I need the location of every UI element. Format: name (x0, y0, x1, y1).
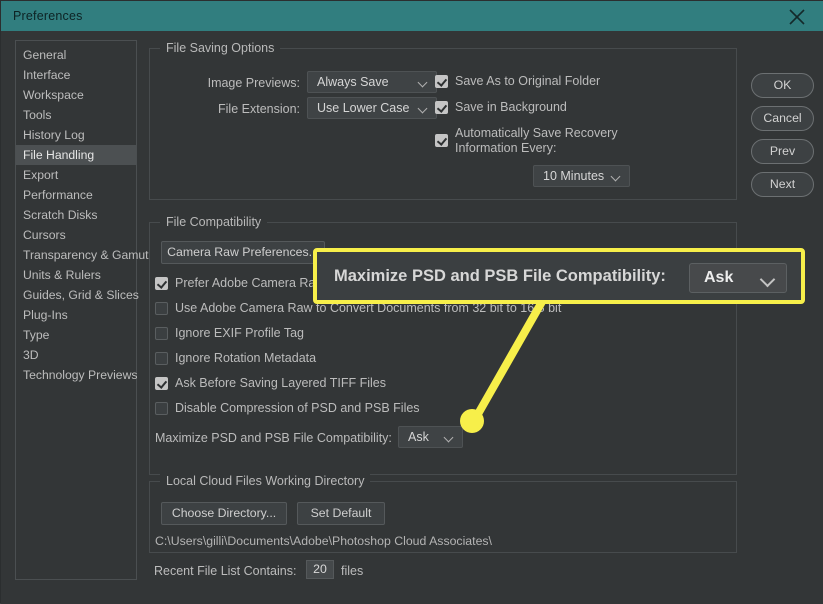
dialog-content: General Interface Workspace Tools Histor… (1, 31, 823, 604)
maximize-compatibility-label: Maximize PSD and PSB File Compatibility: (155, 431, 392, 445)
chevron-down-icon (419, 79, 429, 86)
local-cloud-files-group: Local Cloud Files Working Directory Choo… (149, 474, 737, 553)
sidebar-item-plug-ins[interactable]: Plug-Ins (16, 305, 136, 325)
save-in-background-checkbox[interactable] (435, 101, 448, 114)
sidebar-item-scratch-disks[interactable]: Scratch Disks (16, 205, 136, 225)
chevron-down-icon (612, 173, 622, 180)
prefer-adobe-camera-raw-checkbox[interactable] (155, 277, 168, 290)
sidebar-item-history-log[interactable]: History Log (16, 125, 136, 145)
sidebar-item-label: Scratch Disks (23, 208, 98, 222)
image-previews-dropdown[interactable]: Always Save (307, 71, 437, 93)
sidebar-item-3d[interactable]: 3D (16, 345, 136, 365)
sidebar-item-transparency-gamut[interactable]: Transparency & Gamut (16, 245, 149, 265)
group-title-file-compatibility: File Compatibility (160, 215, 268, 229)
recent-file-list-input[interactable]: 20 (306, 560, 334, 579)
set-default-button[interactable]: Set Default (297, 502, 385, 525)
sidebar-item-guides-grid-slices[interactable]: Guides, Grid & Slices (16, 285, 139, 305)
file-extension-value: Use Lower Case (317, 101, 410, 115)
cancel-button[interactable]: Cancel (751, 106, 814, 131)
sidebar-item-cursors[interactable]: Cursors (16, 225, 136, 245)
save-in-background-label: Save in Background (455, 100, 567, 114)
sidebar-item-file-handling[interactable]: File Handling (16, 145, 136, 165)
sidebar-item-units-rulers[interactable]: Units & Rulers (16, 265, 136, 285)
maximize-compatibility-dropdown[interactable]: Ask (398, 426, 463, 448)
ask-before-saving-layered-tiff-checkbox[interactable] (155, 377, 168, 390)
sidebar-item-label: Type (23, 328, 50, 342)
disable-compression-psd-psb-checkbox[interactable] (155, 402, 168, 415)
sidebar-item-general[interactable]: General (16, 45, 136, 65)
sidebar-item-label: Technology Previews (23, 368, 138, 382)
preferences-dialog: Preferences General Interface Workspace … (0, 0, 823, 604)
sidebar-item-label: Export (23, 168, 59, 182)
prev-button[interactable]: Prev (751, 139, 814, 164)
prefer-adobe-camera-raw-label: Prefer Adobe Camera Raw for Supported Ra… (175, 276, 462, 290)
close-x-icon (789, 9, 805, 25)
auto-save-recovery-label-line1: Automatically Save Recovery (455, 126, 618, 140)
group-title-local-cloud: Local Cloud Files Working Directory (160, 474, 371, 488)
maximize-compatibility-value: Ask (408, 430, 429, 444)
sidebar-item-label: General (23, 48, 67, 62)
sidebar-item-tools[interactable]: Tools (16, 105, 136, 125)
use-adobe-camera-raw-convert-checkbox[interactable] (155, 302, 168, 315)
ignore-exif-profile-tag-label: Ignore EXIF Profile Tag (175, 326, 305, 340)
title-bar: Preferences (1, 1, 823, 31)
file-extension-label: File Extension: (218, 102, 300, 116)
camera-raw-preferences-button[interactable]: Camera Raw Preferences... (161, 241, 325, 264)
save-as-to-original-folder-label: Save As to Original Folder (455, 74, 601, 88)
sidebar-item-interface[interactable]: Interface (16, 65, 136, 85)
window-title: Preferences (13, 9, 83, 23)
ignore-rotation-metadata-checkbox[interactable] (155, 352, 168, 365)
sidebar-item-label: Interface (23, 68, 71, 82)
recent-file-list-suffix: files (341, 564, 364, 578)
sidebar-item-label: History Log (23, 128, 85, 142)
image-previews-label: Image Previews: (207, 76, 300, 90)
use-adobe-camera-raw-convert-label: Use Adobe Camera Raw to Convert Document… (175, 301, 562, 315)
sidebar-item-label: Plug-Ins (23, 308, 68, 322)
sidebar-item-label: Units & Rulers (23, 268, 101, 282)
ask-before-saving-layered-tiff-label: Ask Before Saving Layered TIFF Files (175, 376, 386, 390)
sidebar-item-label: 3D (23, 348, 39, 362)
close-window-button[interactable] (776, 1, 818, 31)
sidebar-item-label: Performance (23, 188, 93, 202)
auto-save-interval-dropdown[interactable]: 10 Minutes (533, 165, 630, 187)
file-saving-options-group: File Saving Options Image Previews: Alwa… (149, 41, 737, 200)
ignore-rotation-metadata-label: Ignore Rotation Metadata (175, 351, 317, 365)
sidebar-item-technology-previews[interactable]: Technology Previews (16, 365, 138, 385)
cloud-working-directory-path: C:\Users\gilli\Documents\Adobe\Photoshop… (155, 534, 492, 548)
group-title-file-saving: File Saving Options (160, 41, 281, 55)
auto-save-recovery-label-line2: Information Every: (455, 141, 557, 155)
disable-compression-psd-psb-label: Disable Compression of PSD and PSB Files (175, 401, 420, 415)
sidebar-item-type[interactable]: Type (16, 325, 136, 345)
sidebar-item-workspace[interactable]: Workspace (16, 85, 136, 105)
file-extension-dropdown[interactable]: Use Lower Case (307, 97, 437, 119)
ignore-exif-profile-tag-checkbox[interactable] (155, 327, 168, 340)
sidebar-item-label: Workspace (23, 88, 84, 102)
next-button[interactable]: Next (751, 172, 814, 197)
preferences-category-list[interactable]: General Interface Workspace Tools Histor… (15, 40, 149, 580)
auto-save-interval-value: 10 Minutes (543, 169, 605, 183)
sidebar-item-label: Cursors (23, 228, 66, 242)
sidebar-item-label: Guides, Grid & Slices (23, 288, 139, 302)
sidebar-item-export[interactable]: Export (16, 165, 136, 185)
sidebar-item-label: Transparency & Gamut (23, 248, 149, 262)
choose-directory-button[interactable]: Choose Directory... (161, 502, 287, 525)
auto-save-recovery-checkbox[interactable] (435, 134, 448, 147)
sidebar-item-label: File Handling (23, 148, 95, 162)
chevron-down-icon (419, 105, 429, 112)
file-handling-panel: File Saving Options Image Previews: Alwa… (149, 37, 739, 589)
save-as-to-original-folder-checkbox[interactable] (435, 75, 448, 88)
ok-button[interactable]: OK (751, 73, 814, 98)
image-previews-value: Always Save (317, 75, 389, 89)
file-compatibility-group: File Compatibility Camera Raw Preference… (149, 215, 737, 475)
sidebar-item-performance[interactable]: Performance (16, 185, 136, 205)
sidebar-item-label: Tools (23, 108, 52, 122)
chevron-down-icon (445, 434, 455, 441)
recent-file-list-label: Recent File List Contains: (154, 564, 297, 578)
